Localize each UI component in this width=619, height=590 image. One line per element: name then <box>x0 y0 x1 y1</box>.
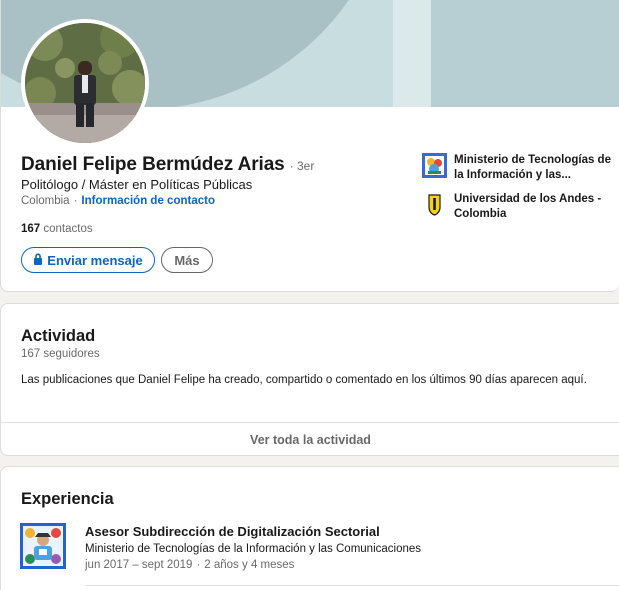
experience-title: Experiencia <box>21 490 114 508</box>
separator: · <box>73 195 78 207</box>
profile-card: Daniel Felipe Bermúdez Arias · 3er Polit… <box>0 0 619 292</box>
lock-icon <box>33 252 43 268</box>
connections-label: contactos <box>43 223 93 235</box>
separator: · <box>196 559 201 571</box>
mintic-logo[interactable] <box>20 523 66 569</box>
current-company[interactable]: Ministerio de Tecnologías de la Informac… <box>422 153 614 183</box>
connections-number: 167 <box>21 223 41 235</box>
profile-headline: Politólogo / Máster en Políticas Pública… <box>21 177 253 192</box>
mintic-logo <box>422 153 447 178</box>
profile-avatar[interactable] <box>21 19 149 147</box>
location-row: Colombia · Información de contacto <box>21 195 215 207</box>
experience-card: Experiencia Asesor Subdirección de Digit… <box>0 466 619 590</box>
followers-count: 167 seguidores <box>21 348 100 360</box>
profile-location: Colombia <box>21 195 70 207</box>
send-message-button[interactable]: Enviar mensaje <box>21 247 155 273</box>
activity-card: Actividad 167 seguidores Las publicacion… <box>0 303 619 456</box>
experience-duration: 2 años y 4 meses <box>204 559 295 571</box>
connections-count[interactable]: 167 contactos <box>21 223 93 235</box>
connection-degree: · 3er <box>289 159 315 173</box>
name-row: Daniel Felipe Bermúdez Arias · 3er <box>21 154 314 176</box>
activity-title: Actividad <box>21 327 96 345</box>
current-company-name: Ministerio de Tecnologías de la Informac… <box>454 154 611 181</box>
send-message-label: Enviar mensaje <box>47 252 143 268</box>
education-school[interactable]: Universidad de los Andes - Colombia <box>422 192 614 222</box>
uniandes-logo <box>422 192 447 217</box>
more-button[interactable]: Más <box>161 247 213 273</box>
education-school-name: Universidad de los Andes - Colombia <box>454 193 602 220</box>
profile-name: Daniel Felipe Bermúdez Arias <box>21 154 285 175</box>
divider <box>85 585 619 586</box>
experience-company: Ministerio de Tecnologías de la Informac… <box>85 543 422 555</box>
contact-info-link[interactable]: Información de contacto <box>81 195 215 207</box>
experience-dates: jun 2017 – sept 2019 · 2 años y 4 meses <box>85 559 294 571</box>
experience-date-range: jun 2017 – sept 2019 <box>85 559 193 571</box>
experience-role[interactable]: Asesor Subdirección de Digitalización Se… <box>85 524 380 539</box>
see-all-activity-button[interactable]: Ver toda la actividad <box>1 423 619 456</box>
activity-description: Las publicaciones que Daniel Felipe ha c… <box>21 374 587 386</box>
